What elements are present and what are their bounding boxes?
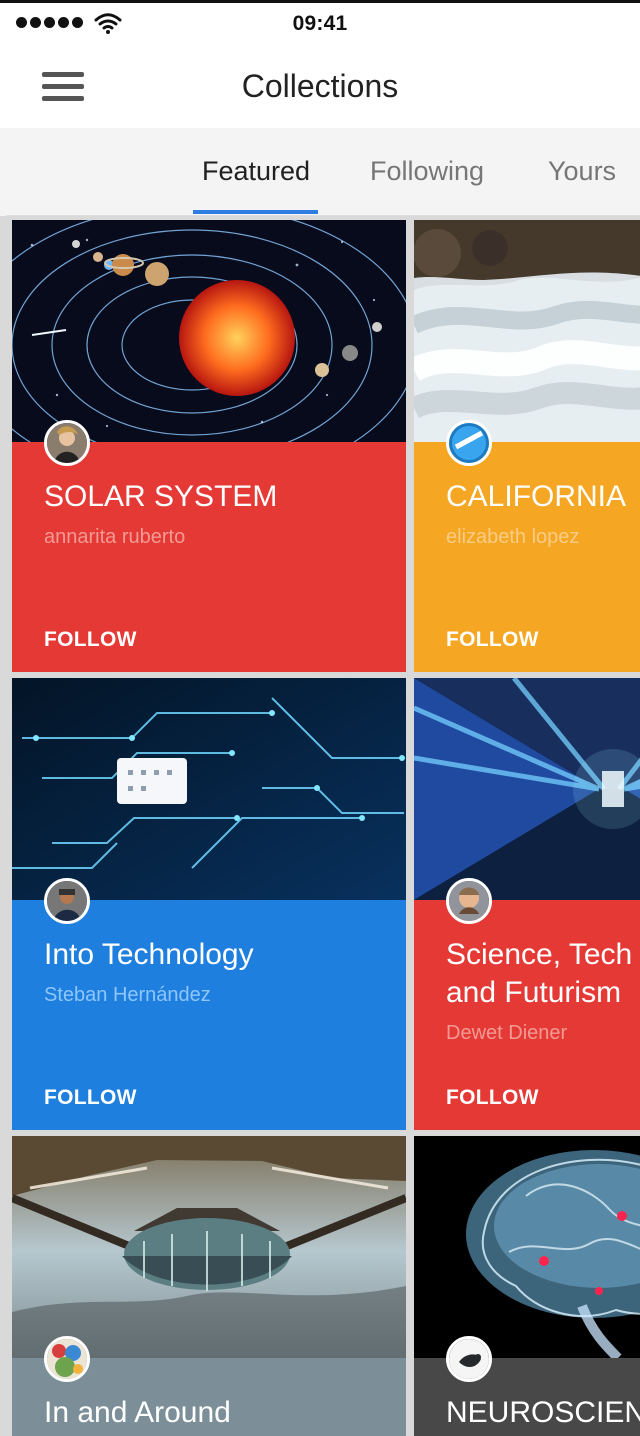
follow-button[interactable]: FOLLOW (44, 1086, 137, 1110)
active-tab-indicator (193, 210, 318, 214)
page-title: Collections (241, 68, 399, 104)
collection-card-california[interactable]: CALIFORNIA elizabeth lopez FOLLOW (414, 220, 640, 672)
collection-author: annarita ruberto (44, 526, 186, 548)
collection-author: Steban Hernández (44, 984, 211, 1006)
curator-avatar-image (449, 1339, 489, 1379)
avatar (44, 420, 90, 466)
status-time: 09:41 (292, 12, 348, 35)
curator-avatar-image (47, 1339, 87, 1379)
avatar (446, 420, 492, 466)
tab-featured[interactable]: Featured (202, 156, 310, 216)
river-rapids-image (414, 220, 640, 442)
collection-title: NEUROSCIEN (446, 1396, 640, 1429)
collections-screen: 09:41 Collections Featured Following You… (0, 0, 640, 1436)
curator-avatar-image (47, 423, 87, 463)
collection-card-science-tech-futurism[interactable]: Science, Tech and Futurism Dewet Diener … (414, 678, 640, 1130)
tab-bar: Featured Following Yours (6, 128, 640, 216)
follow-button[interactable]: FOLLOW (446, 1086, 539, 1110)
collection-card-in-and-around[interactable]: In and Around (12, 1136, 406, 1436)
circuit-board-image (12, 678, 406, 900)
collection-title: Into Technology (44, 938, 254, 971)
follow-button[interactable]: FOLLOW (446, 628, 539, 652)
collection-cover-image (12, 220, 406, 442)
collection-title: SOLAR SYSTEM (44, 480, 278, 513)
solar-system-image (12, 220, 406, 442)
collection-cover-image (414, 678, 640, 900)
collection-cover-image (12, 1136, 406, 1358)
observation-wheel-image (12, 1136, 406, 1358)
collection-card-neuroscience[interactable]: NEUROSCIEN (414, 1136, 640, 1436)
follow-button[interactable]: FOLLOW (44, 628, 137, 652)
collection-card-into-technology[interactable]: Into Technology Steban Hernández FOLLOW (12, 678, 406, 1130)
collection-cover-image (414, 220, 640, 442)
collection-author: Dewet Diener (446, 1022, 568, 1044)
collections-grid: SOLAR SYSTEM annarita ruberto FOLLOW CAL… (0, 216, 640, 1436)
collection-title: In and Around (44, 1396, 231, 1429)
science-lab-image (414, 678, 640, 900)
avatar (446, 1336, 492, 1382)
status-bar: 09:41 (0, 0, 640, 48)
avatar (446, 878, 492, 924)
tab-following[interactable]: Following (370, 156, 484, 216)
curator-avatar-image (449, 881, 489, 921)
collection-title: Science, Tech and Futurism (446, 938, 633, 1009)
app-bar: Collections (0, 48, 640, 128)
curator-avatar-image (47, 881, 87, 921)
collection-cover-image (12, 678, 406, 900)
curator-avatar-image (449, 423, 489, 463)
avatar (44, 1336, 90, 1382)
collection-cover-image (414, 1136, 640, 1358)
brain-image (414, 1136, 640, 1358)
tab-yours[interactable]: Yours (548, 156, 616, 216)
collection-author: elizabeth lopez (446, 526, 580, 548)
collection-title: CALIFORNIA (446, 480, 627, 513)
collection-card-solar-system[interactable]: SOLAR SYSTEM annarita ruberto FOLLOW (12, 220, 406, 672)
avatar (44, 878, 90, 924)
